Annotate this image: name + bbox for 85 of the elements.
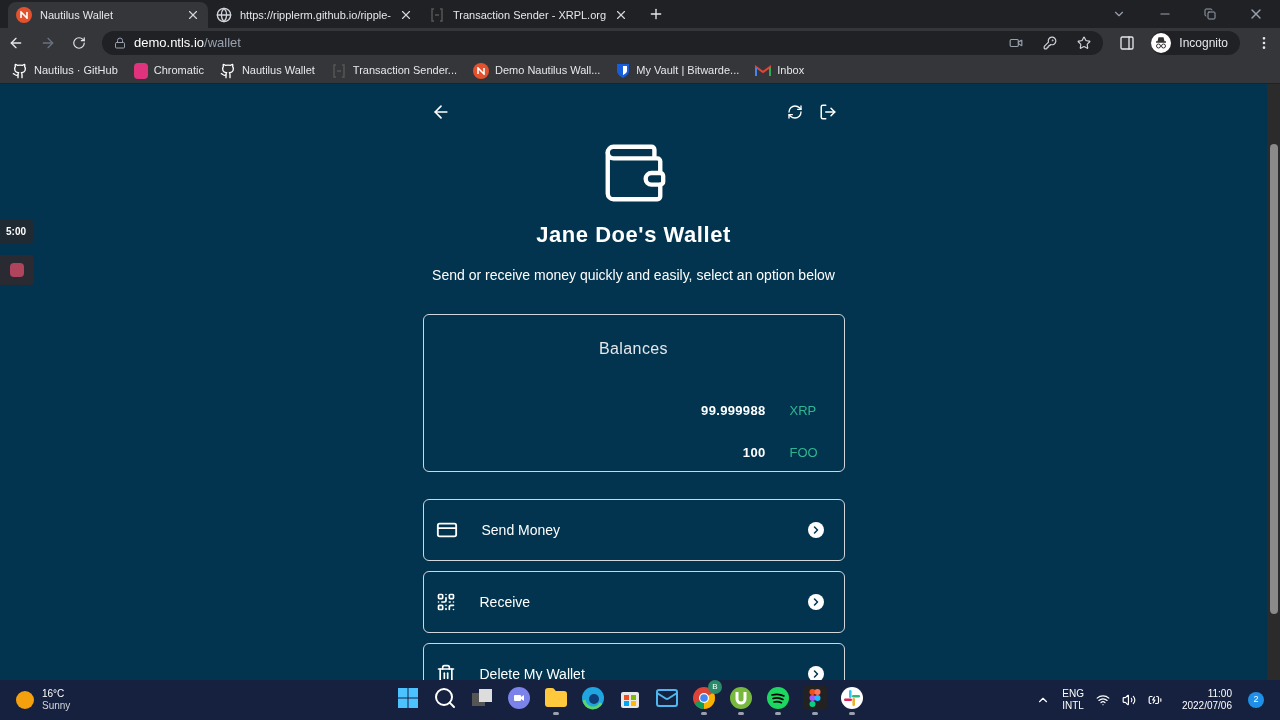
close-icon[interactable]	[186, 8, 200, 22]
chevron-right-icon	[807, 594, 824, 610]
globe-icon	[216, 7, 232, 23]
url-text: demo.ntls.io/wallet	[134, 34, 241, 53]
browser-tab[interactable]: Transaction Sender - XRPL.org	[421, 2, 637, 28]
chrome-logo-icon[interactable]	[692, 685, 716, 710]
language-text: ENG	[1062, 687, 1084, 700]
github-icon	[12, 62, 28, 79]
temperature-text: 16°C	[42, 687, 66, 700]
video-chat-icon[interactable]	[507, 685, 531, 710]
logout-icon[interactable]	[818, 103, 837, 121]
camera-icon[interactable]	[1009, 36, 1024, 50]
lock-icon	[114, 37, 126, 49]
close-icon[interactable]	[399, 8, 413, 22]
balance-amount: 99.999988	[701, 402, 766, 420]
clock-time: 11:00	[1207, 687, 1232, 700]
bookmark-label: Transaction Sender...	[352, 63, 457, 79]
torrent-logo-icon[interactable]	[729, 685, 753, 710]
back-icon[interactable]	[8, 35, 24, 51]
battery-icon[interactable]	[1147, 693, 1162, 707]
brackets-icon	[429, 7, 445, 23]
wifi-icon[interactable]	[1095, 693, 1110, 707]
refresh-icon[interactable]	[786, 104, 803, 120]
mail-logo-icon	[755, 64, 772, 77]
bookmark-label: Inbox	[777, 63, 805, 79]
chevron-right-icon	[807, 666, 824, 680]
tab-title: https://ripplerm.github.io/ripple-	[240, 7, 391, 23]
bookmark-link[interactable]: Chromatic	[133, 62, 204, 79]
edge-logo-icon[interactable]	[581, 685, 605, 710]
qr-code-icon	[435, 592, 456, 612]
folder-icon[interactable]	[544, 685, 568, 710]
github-icon	[219, 62, 236, 79]
windows-logo-icon[interactable]	[396, 685, 420, 710]
bookmark-link[interactable]: Inbox	[755, 62, 805, 79]
currency-code: XRP	[789, 402, 816, 420]
action-button[interactable]: Send Money	[422, 499, 845, 561]
brackets-icon	[330, 62, 347, 79]
bookmark-link[interactable]: Nautilus · GitHub	[12, 62, 118, 79]
slack-logo-icon[interactable]	[840, 685, 864, 710]
bookmark-label: My Vault | Bitwarde...	[636, 63, 740, 79]
trash-icon	[435, 664, 456, 680]
address-bar[interactable]: demo.ntls.io/wallet	[102, 31, 1104, 55]
wallet-title: Jane Doe's Wallet	[536, 221, 731, 249]
record-button[interactable]	[0, 255, 34, 285]
bookmark-label: Demo Nautilus Wall...	[495, 63, 601, 79]
balances-heading: Balances	[599, 339, 668, 359]
bookmark-label: Nautilus Wallet	[241, 63, 315, 79]
figma-logo-icon[interactable]	[803, 685, 827, 710]
nautilus-logo-icon	[473, 62, 489, 79]
currency-code: FOO	[789, 443, 816, 462]
bookmark-label: Chromatic	[153, 63, 204, 79]
forward-icon[interactable]	[40, 35, 56, 51]
spotify-logo-icon[interactable]	[766, 685, 790, 710]
layout-text: INTL	[1062, 700, 1084, 713]
star-icon[interactable]	[1077, 36, 1092, 50]
timer-label: 5:00	[0, 220, 34, 243]
key-icon[interactable]	[1043, 36, 1058, 50]
scrollbar[interactable]	[1267, 84, 1280, 680]
search-icon[interactable]	[433, 685, 457, 710]
chromatic-logo-icon	[133, 62, 148, 79]
incognito-icon	[1151, 33, 1172, 53]
subtitle-text: Send or receive money quickly and easily, select an option below	[432, 266, 835, 285]
bookmark-link[interactable]: Demo Nautilus Wall...	[473, 62, 601, 79]
reload-icon[interactable]	[72, 36, 86, 50]
volume-icon[interactable]	[1121, 693, 1136, 707]
tab-title: Transaction Sender - XRPL.org	[453, 7, 607, 23]
bookmark-link[interactable]: Transaction Sender...	[330, 62, 457, 79]
sun-icon[interactable]	[16, 691, 34, 709]
weather-text: Sunny	[42, 700, 71, 713]
restore-icon[interactable]	[1204, 8, 1216, 20]
clock-date: 2022/07/06	[1181, 700, 1232, 713]
chevron-right-icon	[807, 522, 824, 538]
tab-title: Nautilus Wallet	[40, 7, 114, 23]
bookmark-label: Nautilus · GitHub	[34, 63, 118, 79]
bookmark-link[interactable]: My Vault | Bitwarde...	[616, 62, 740, 79]
side-panel-icon[interactable]	[1119, 35, 1136, 51]
bookmark-link[interactable]: Nautilus Wallet	[219, 62, 315, 79]
browser-tab[interactable]: https://ripplerm.github.io/ripple-	[208, 2, 421, 28]
browser-tab[interactable]: Nautilus Wallet	[8, 2, 208, 28]
app-badge: B	[708, 679, 722, 694]
action-button[interactable]: Receive	[422, 571, 845, 633]
nautilus-logo-icon	[16, 7, 32, 23]
balance-amount: 100	[742, 443, 766, 462]
profile-button[interactable]: Incognito	[1151, 31, 1240, 55]
shield-icon	[616, 62, 631, 79]
